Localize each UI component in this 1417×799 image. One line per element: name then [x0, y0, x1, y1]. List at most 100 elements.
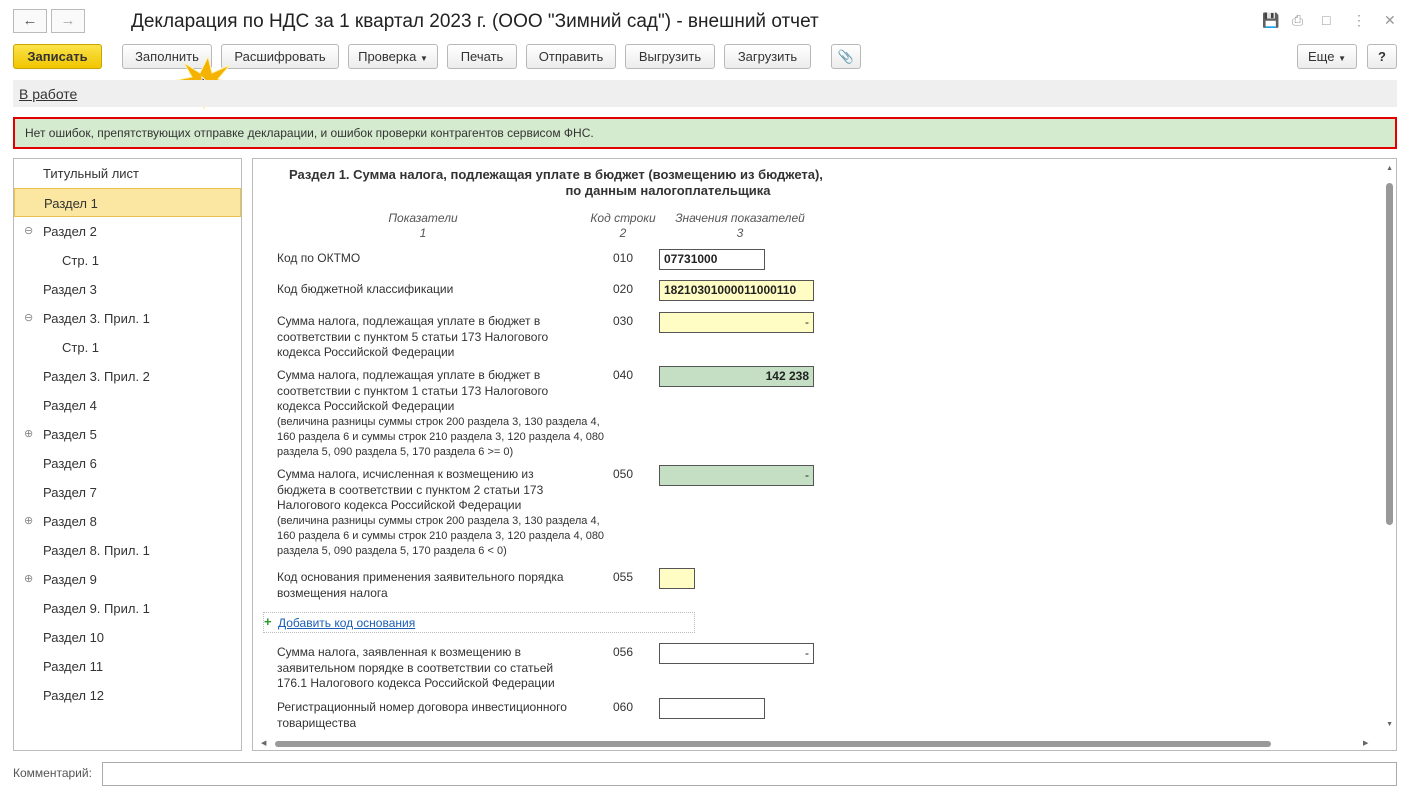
row-code: 030 — [613, 314, 634, 328]
row-label-text: Сумма налога, заявленная к возмещению в … — [277, 645, 555, 690]
tree-item[interactable]: ⊖ Раздел 2 — [14, 217, 241, 246]
collapse-icon[interactable]: ⊖ — [24, 217, 33, 246]
print-button[interactable]: Печать — [447, 44, 517, 69]
more-icon[interactable]: ⋮ — [1352, 12, 1366, 29]
row-value-field[interactable]: - — [659, 643, 814, 664]
row-code: 060 — [613, 700, 634, 714]
row-code: 020 — [613, 282, 634, 296]
scroll-left-icon[interactable]: ◀ — [261, 739, 266, 747]
add-code-row: + Добавить код основания — [263, 612, 695, 633]
save-icon[interactable]: 💾 — [1262, 12, 1279, 29]
tree-item-label: Стр. 1 — [62, 340, 100, 355]
col3-header: Значения показателей — [675, 211, 805, 225]
row-note: (величина разницы суммы строк 200 раздел… — [277, 514, 605, 557]
tree-item-label: Раздел 6 — [43, 456, 97, 471]
row-label-text: Сумма налога, подлежащая уплате в бюджет… — [277, 368, 549, 413]
back-button[interactable]: ← — [13, 9, 47, 33]
status-bar: В работе — [13, 80, 1397, 107]
row-value-field[interactable]: 07731000 — [659, 249, 765, 270]
comment-label: Комментарий: — [13, 766, 92, 780]
row-value-field[interactable]: 142 238 — [659, 366, 814, 387]
row-label: Код бюджетной классификации — [277, 282, 567, 298]
tree-item[interactable]: Раздел 1 — [14, 188, 241, 217]
row-label-text: Код основания применения заявительного п… — [277, 570, 564, 600]
tree-item[interactable]: Раздел 11 — [14, 652, 241, 681]
collapse-icon[interactable]: ⊖ — [24, 304, 33, 333]
comment-input[interactable] — [102, 762, 1397, 786]
row-value-field[interactable]: 18210301000011000110 — [659, 280, 814, 301]
expand-icon[interactable]: ⊕ — [24, 565, 33, 594]
save-button[interactable]: Записать — [13, 44, 102, 69]
tree-item[interactable]: ⊕ Раздел 5 — [14, 420, 241, 449]
row-label-text: Код по ОКТМО — [277, 251, 361, 265]
sections-tree: Титульный лист Раздел 1 ⊖ Раздел 2 Стр. 1 Раз… — [13, 158, 242, 751]
row-code: 056 — [613, 645, 634, 659]
tree-item[interactable]: Стр. 1 — [14, 246, 241, 275]
more-button[interactable]: Еще ▼ — [1297, 44, 1357, 69]
check-result-message: Нет ошибок, препятствующих отправке декл… — [13, 117, 1397, 149]
tree-item-label: Раздел 3. Прил. 2 — [43, 369, 150, 384]
dropdown-icon: ▼ — [419, 54, 428, 63]
decode-button[interactable]: Расшифровать — [221, 44, 339, 69]
dropdown-icon: ▼ — [1338, 54, 1346, 63]
col2-header: Код строки — [590, 211, 656, 225]
add-code-link[interactable]: Добавить код основания — [278, 616, 415, 630]
tree-item-label: Раздел 5 — [43, 427, 97, 442]
help-button[interactable]: ? — [1367, 44, 1397, 69]
tree-item-label: Раздел 10 — [43, 630, 105, 645]
row-code: 055 — [613, 570, 634, 584]
status-link[interactable]: В работе — [19, 86, 77, 102]
export-button[interactable]: Выгрузить — [625, 44, 715, 69]
tree-item[interactable]: ⊕ Раздел 9 — [14, 565, 241, 594]
tree-item[interactable]: ⊖ Раздел 3. Прил. 1 — [14, 304, 241, 333]
row-value-field[interactable] — [659, 568, 695, 589]
col1-header: Показатели — [388, 211, 458, 225]
scroll-down-icon[interactable]: ▼ — [1386, 721, 1393, 728]
tree-item[interactable]: Раздел 3. Прил. 2 — [14, 362, 241, 391]
scroll-right-icon[interactable]: ▶ — [1363, 739, 1368, 747]
tree-item[interactable]: Раздел 4 — [14, 391, 241, 420]
row-code: 050 — [613, 467, 634, 481]
more-label: Еще — [1308, 49, 1335, 64]
row-code: 040 — [613, 368, 634, 382]
tree-item-label: Раздел 9. Прил. 1 — [43, 601, 150, 616]
tree-item[interactable]: Раздел 8. Прил. 1 — [14, 536, 241, 565]
tree-item-label: Раздел 8. Прил. 1 — [43, 543, 150, 558]
row-label: Сумма налога, подлежащая уплате в бюджет… — [277, 314, 567, 361]
tree-item-label: Раздел 3 — [43, 282, 97, 297]
row-label-text: Регистрационный номер договора инвестици… — [277, 700, 567, 730]
check-button[interactable]: Проверка ▼ — [348, 44, 438, 69]
tree-item[interactable]: Раздел 9. Прил. 1 — [14, 594, 241, 623]
tree-item[interactable]: Раздел 3 — [14, 275, 241, 304]
tree-item[interactable]: Раздел 7 — [14, 478, 241, 507]
forward-button[interactable]: → — [51, 9, 85, 33]
tree-item[interactable]: Раздел 10 — [14, 623, 241, 652]
col2-number: 2 — [619, 226, 627, 240]
row-label: Сумма налога, подлежащая уплате в бюджет… — [277, 368, 604, 460]
tree-item[interactable]: ⊕ Раздел 8 — [14, 507, 241, 536]
tree-item[interactable]: Титульный лист — [14, 159, 241, 188]
tree-item-label: Раздел 9 — [43, 572, 97, 587]
row-label-text: Сумма налога, подлежащая уплате в бюджет… — [277, 314, 549, 359]
expand-icon[interactable]: ⊕ — [24, 507, 33, 536]
tree-item[interactable]: Стр. 1 — [14, 333, 241, 362]
send-button[interactable]: Отправить — [526, 44, 616, 69]
row-note: (величина разницы суммы строк 200 раздел… — [277, 415, 605, 458]
row-value-field[interactable] — [659, 698, 765, 719]
row-value-field[interactable]: - — [659, 465, 814, 486]
row-value-field[interactable]: - — [659, 312, 814, 333]
horizontal-scrollbar[interactable] — [275, 741, 1271, 747]
vertical-scrollbar[interactable] — [1386, 183, 1393, 525]
expand-icon[interactable]: ⊕ — [24, 420, 33, 449]
tree-item-label: Стр. 1 — [62, 253, 100, 268]
print-icon[interactable]: ⎙ — [1292, 12, 1303, 29]
tree-item[interactable]: Раздел 6 — [14, 449, 241, 478]
import-button[interactable]: Загрузить — [724, 44, 811, 69]
tree-item[interactable]: Раздел 12 — [14, 681, 241, 710]
close-icon[interactable]: ✕ — [1384, 12, 1396, 29]
scroll-up-icon[interactable]: ▲ — [1386, 165, 1393, 172]
attach-button[interactable]: 📎 — [831, 44, 861, 69]
preview-icon[interactable]: □ — [1322, 12, 1330, 28]
tree-item-label: Раздел 7 — [43, 485, 97, 500]
col1-number: 1 — [419, 226, 427, 240]
